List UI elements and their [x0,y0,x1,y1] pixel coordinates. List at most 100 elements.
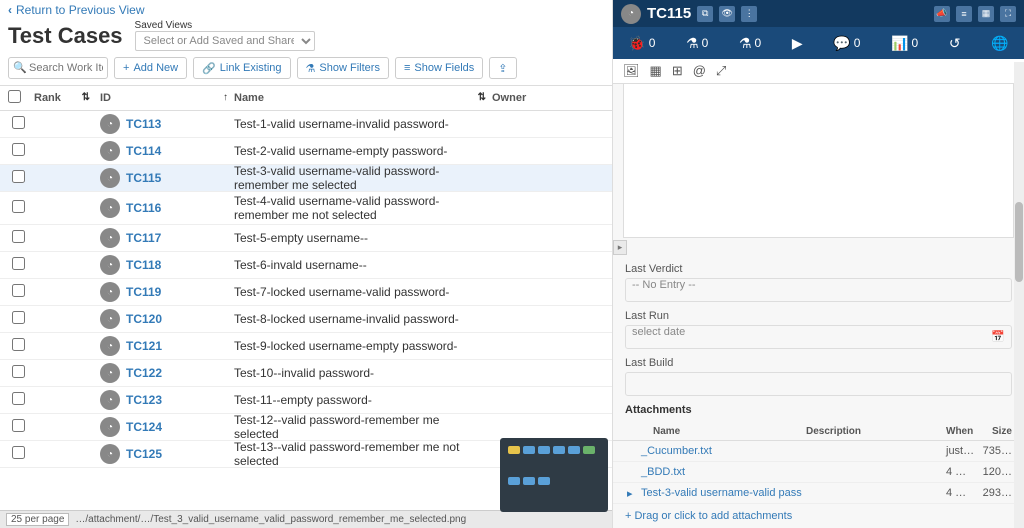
last-build-input[interactable] [625,372,1012,396]
sort-icon[interactable]: ⇅ [478,92,486,103]
testcase-icon: ◔ [100,282,120,302]
last-run-date[interactable]: select date [625,325,1012,349]
id-link[interactable]: TC117 [126,231,161,245]
select-all-checkbox[interactable] [8,90,21,103]
attachment-name[interactable]: _BDD.txt [625,466,806,478]
link-existing-button[interactable]: 🔗Link Existing [193,57,290,79]
nav-globe[interactable]: 🌐 [991,35,1008,52]
attachment-row[interactable]: _BDD.txt4 …120… [613,462,1024,483]
row-checkbox[interactable] [12,170,25,183]
nav-run[interactable]: ▶ [792,35,803,52]
id-link[interactable]: TC123 [126,393,162,407]
table-row[interactable]: ◔TC123Test-11--empty password- [0,387,612,414]
row-checkbox[interactable] [12,392,25,405]
attachment-when: just… [946,445,982,457]
list-view-icon[interactable]: ≡ [956,6,972,22]
row-checkbox[interactable] [12,116,25,129]
expand-icon[interactable]: ⤢ [716,63,726,79]
per-page-select[interactable]: 25 per page [6,513,69,526]
preview-thumbnail[interactable] [500,438,608,512]
breadcrumb-back[interactable]: Return to Previous View [8,3,145,17]
id-link[interactable]: TC122 [126,366,162,380]
scrollbar[interactable] [1014,62,1024,528]
table-row[interactable]: ◔TC122Test-10--invalid password- [0,360,612,387]
id-link[interactable]: TC115 [126,171,161,185]
at-icon[interactable]: @ [693,63,706,78]
row-name: Test-12--valid password-remember me sele… [234,413,492,442]
more-icon[interactable]: ⋮ [741,6,757,22]
attachment-row[interactable]: _Cucumber.txtjust…735… [613,441,1024,462]
row-checkbox[interactable] [12,284,25,297]
attachment-row[interactable]: Test-3-valid username-valid pass4 …293… [613,483,1024,504]
id-link[interactable]: TC120 [126,312,162,326]
image-icon[interactable]: 🖼 [623,63,640,79]
row-checkbox[interactable] [12,446,25,459]
export-button[interactable]: ⇪ [489,57,516,79]
sort-icon[interactable]: ↑ [223,92,228,103]
id-link[interactable]: TC114 [126,144,161,158]
id-link[interactable]: TC119 [126,285,161,299]
description-editor[interactable] [623,84,1014,238]
attachment-size: 120… [982,466,1012,478]
nav-tests1[interactable]: ⚗0 [686,35,708,52]
status-text: …/attachment/…/Test_3_valid_username_val… [75,514,466,525]
row-checkbox[interactable] [12,257,25,270]
attachment-name[interactable]: Test-3-valid username-valid pass [625,487,806,499]
table-row[interactable]: ◔TC117Test-5-empty username-- [0,225,612,252]
nav-defects[interactable]: 🐞0 [628,35,655,52]
table-row[interactable]: ◔TC120Test-8-locked username-invalid pas… [0,306,612,333]
collapse-toggle[interactable]: ▸ [613,240,627,255]
row-checkbox[interactable] [12,143,25,156]
row-checkbox[interactable] [12,230,25,243]
sort-icon[interactable]: ⇅ [82,92,90,103]
id-link[interactable]: TC125 [126,447,162,461]
last-run-label: Last Run [625,310,1012,322]
last-verdict-select[interactable]: -- No Entry -- [625,278,1012,302]
row-checkbox[interactable] [12,200,25,213]
nav-chart[interactable]: 📊0 [891,35,918,52]
nav-tests2[interactable]: ⚗0 [739,35,761,52]
announce-icon[interactable]: 📣 [934,6,950,22]
plus-icon: + [123,62,129,74]
nav-discuss[interactable]: 💬0 [833,35,860,52]
add-new-button[interactable]: +Add New [114,57,187,79]
id-link[interactable]: TC113 [126,117,161,131]
table-row[interactable]: ◔TC116Test-4-valid username-valid passwo… [0,192,612,225]
row-checkbox[interactable] [12,311,25,324]
table-row[interactable]: ◔TC121Test-9-locked username-empty passw… [0,333,612,360]
col-owner[interactable]: Owner [492,92,526,104]
testcase-icon: ◔ [100,390,120,410]
table-row[interactable]: ◔TC124Test-12--valid password-remember m… [0,414,612,441]
grid-icon[interactable]: ⊞ [672,63,683,79]
id-link[interactable]: TC118 [126,258,161,272]
id-link[interactable]: TC124 [126,420,162,434]
row-name: Test-6-invald username-- [234,258,492,272]
copy-icon[interactable]: ⧉ [697,6,713,22]
row-checkbox[interactable] [12,338,25,351]
id-link[interactable]: TC116 [126,201,161,215]
attachment-name[interactable]: _Cucumber.txt [625,445,806,457]
col-name[interactable]: Name [234,92,264,104]
table-row[interactable]: ◔TC118Test-6-invald username-- [0,252,612,279]
table-row[interactable]: ◔TC113Test-1-valid username-invalid pass… [0,111,612,138]
show-fields-button[interactable]: ≡Show Fields [395,57,483,79]
show-filters-button[interactable]: ⚗Show Filters [297,57,389,79]
col-id[interactable]: ID [100,92,111,104]
row-name: Test-7-locked username-valid password- [234,285,492,299]
link-icon: 🔗 [202,62,216,75]
table-icon[interactable]: ▦ [650,63,662,79]
col-rank[interactable]: Rank [34,92,61,104]
fullscreen-icon[interactable]: ⛶ [1000,6,1016,22]
row-checkbox[interactable] [12,419,25,432]
table-row[interactable]: ◔ TC119 Test-7-locked username-valid passw… [0,279,612,306]
grid-view-icon[interactable]: ▦ [978,6,994,22]
id-link[interactable]: TC121 [126,339,162,353]
watch-icon[interactable]: 👁 [719,6,735,22]
nav-history[interactable]: ↺ [949,35,961,52]
testcase-icon: ◔ [100,363,120,383]
row-checkbox[interactable] [12,365,25,378]
attachments-dropzone[interactable]: Drag or click to add attachments [613,504,1024,528]
table-row[interactable]: ◔TC114Test-2-valid username-empty passwo… [0,138,612,165]
table-row[interactable]: ◔TC115Test-3-valid username-valid passwo… [0,165,612,192]
saved-views-select[interactable]: Select or Add Saved and Shared Views [135,31,315,51]
